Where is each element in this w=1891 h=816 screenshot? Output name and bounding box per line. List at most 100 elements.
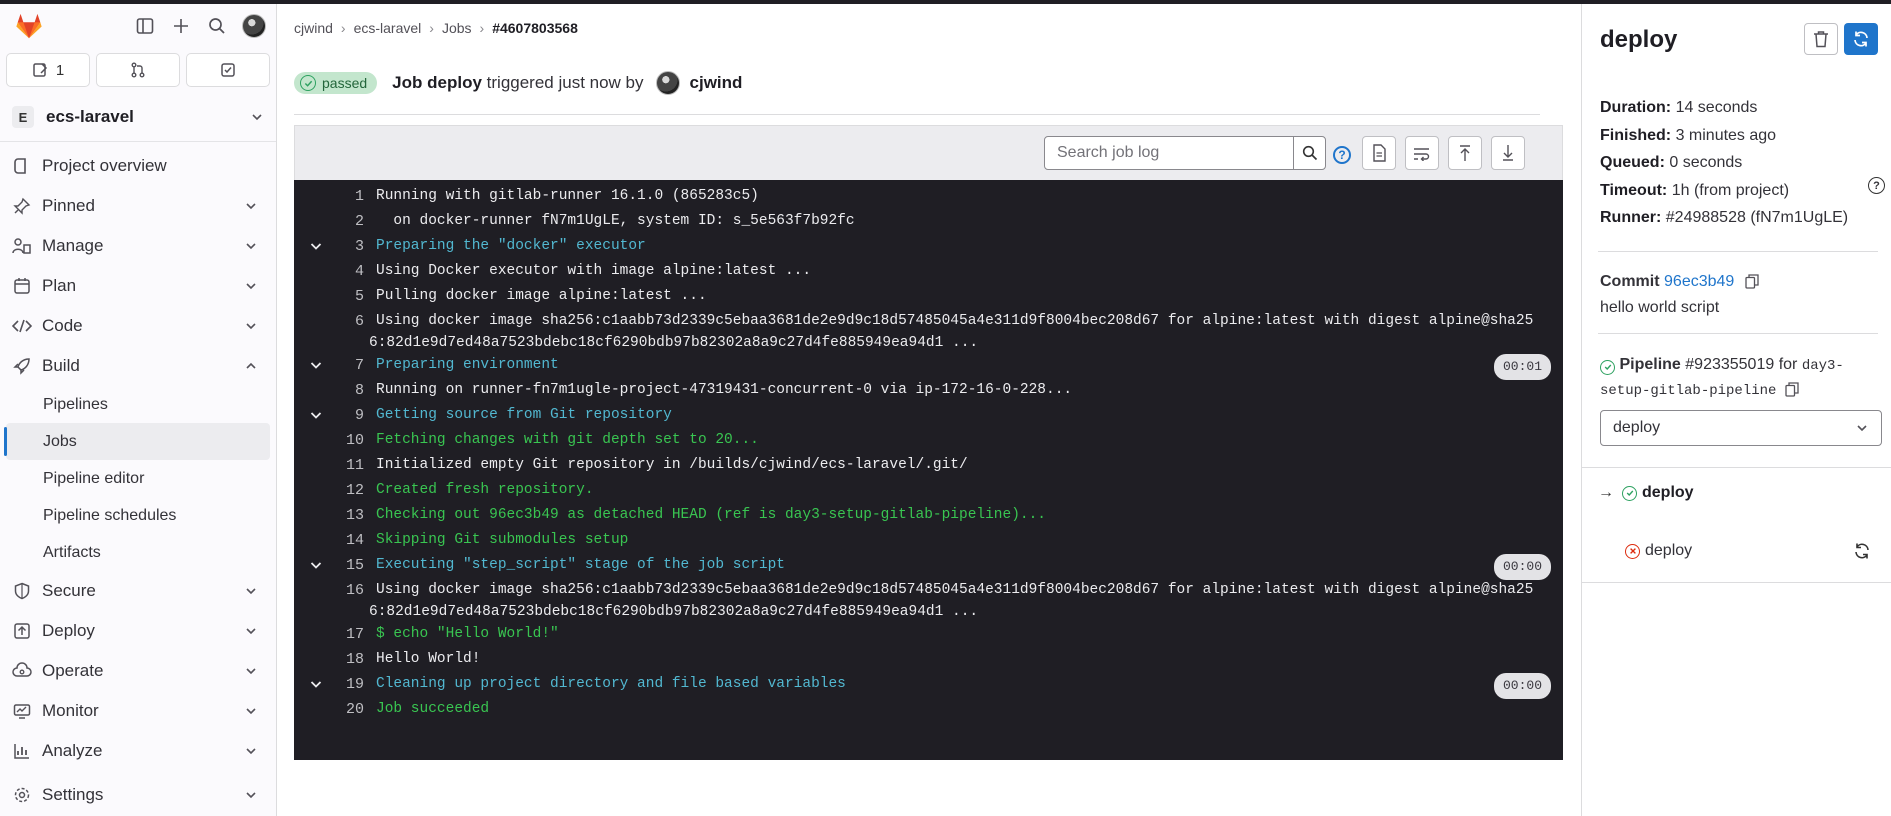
breadcrumb-item[interactable]: cjwind [294, 20, 333, 36]
search-input[interactable] [1045, 144, 1285, 162]
nav-label: Monitor [42, 701, 99, 720]
log-line-number[interactable]: 2 [338, 210, 364, 233]
sub-label: Pipeline editor [43, 469, 145, 487]
scroll-to-top-button[interactable] [1448, 136, 1482, 170]
chevron-down-icon [246, 668, 256, 675]
nav-operate[interactable]: Operate [0, 651, 276, 691]
log-section-header[interactable]: 9 Getting source from Git repository [294, 404, 1563, 429]
breadcrumb-item[interactable]: ecs-laravel [354, 20, 422, 36]
pipeline-id-link[interactable]: #923355019 [1685, 356, 1774, 373]
job-triggered: triggered just now by [486, 73, 644, 92]
log-line: 17 $ echo "Hello World!" [294, 623, 1563, 648]
nav-monitor[interactable]: Monitor [0, 691, 276, 731]
nav-pinned[interactable]: Pinned [0, 186, 276, 226]
sidebar-item-artifacts[interactable]: Artifacts [0, 534, 276, 571]
log-line-text: $ echo "Hello World!" [376, 626, 559, 642]
sidebar-item-pipeline-editor[interactable]: Pipeline editor [0, 460, 276, 497]
issues-counter-button[interactable]: 1 [6, 53, 90, 87]
log-line-number[interactable]: 18 [338, 648, 364, 671]
merge-requests-counter-button[interactable] [96, 53, 180, 87]
show-raw-button[interactable] [1362, 136, 1396, 170]
copy-icon[interactable] [1745, 274, 1759, 289]
todos-counter-button[interactable] [186, 53, 270, 87]
log-line-number[interactable]: 5 [338, 285, 364, 308]
breadcrumb-item[interactable]: Jobs [442, 20, 472, 36]
gitlab-logo-icon[interactable] [14, 11, 44, 41]
log-line-number[interactable]: 11 [338, 454, 364, 477]
log-section-header[interactable]: 15 Executing "step_script" stage of the j… [294, 554, 1563, 580]
erase-log-button[interactable] [1804, 23, 1838, 55]
log-line-number[interactable]: 19 [338, 673, 364, 696]
nav-build[interactable]: Build [0, 346, 276, 386]
log-line-number[interactable]: 3 [338, 235, 364, 258]
job-list-item-name: deploy [1642, 484, 1694, 501]
plus-icon[interactable] [170, 15, 192, 37]
search-button[interactable] [1293, 137, 1325, 169]
log-line-text: Using Docker executor with image alpine:… [376, 263, 812, 279]
scroll-to-bottom-button[interactable] [1491, 136, 1525, 170]
search-icon[interactable] [206, 15, 228, 37]
log-line-number[interactable]: 1 [338, 185, 364, 208]
commit-sha-link[interactable]: 96ec3b49 [1664, 273, 1734, 290]
sidebar-item-pipelines[interactable]: Pipelines [0, 386, 276, 423]
help-icon[interactable]: ? [1333, 146, 1351, 164]
nav-analyze[interactable]: Analyze [0, 731, 276, 771]
user-avatar[interactable] [242, 14, 266, 38]
log-section-header[interactable]: 19 Cleaning up project directory and file… [294, 673, 1563, 699]
deploy-icon [12, 621, 32, 641]
retry-icon[interactable] [1853, 542, 1871, 560]
line-wrap-button[interactable] [1405, 136, 1439, 170]
log-line-text: Pulling docker image alpine:latest ... [376, 288, 707, 304]
user-avatar[interactable] [655, 71, 680, 95]
nav-manage[interactable]: Manage [0, 226, 276, 266]
job-list-item[interactable]: deploy [1582, 529, 1891, 573]
nav-settings[interactable]: Settings [0, 775, 276, 815]
log-line-number[interactable]: 13 [338, 504, 364, 527]
stage-select[interactable]: deploy [1600, 410, 1882, 446]
log-line-number[interactable]: 8 [338, 379, 364, 402]
nav-plan[interactable]: Plan [0, 266, 276, 306]
log-gutter [294, 379, 338, 401]
log-line-number[interactable]: 10 [338, 429, 364, 452]
status-badge[interactable]: passed [294, 72, 378, 94]
chevron-down-icon[interactable] [294, 235, 338, 257]
nav-code[interactable]: Code [0, 306, 276, 346]
chevron-down-icon[interactable] [294, 404, 338, 426]
log-line-number[interactable]: 17 [338, 623, 364, 646]
project-switcher[interactable]: E ecs-laravel [6, 97, 270, 137]
copy-icon[interactable] [1785, 382, 1799, 397]
log-line-number[interactable]: 20 [338, 698, 364, 721]
chevron-down-icon [246, 243, 256, 250]
log-section-header[interactable]: 3 Preparing the "docker" executor [294, 235, 1563, 260]
timeout-label: Timeout: [1600, 181, 1668, 199]
document-icon [1373, 144, 1386, 162]
triggered-by-user[interactable]: cjwind [690, 73, 743, 93]
sidebar-item-jobs[interactable]: Jobs [4, 423, 270, 460]
log-line-number[interactable]: 12 [338, 479, 364, 502]
log-line-number[interactable]: 9 [338, 404, 364, 427]
job-list-item-current[interactable]: → deploy [1582, 471, 1891, 515]
nav-secure[interactable]: Secure [0, 571, 276, 611]
header-divider [294, 114, 1540, 115]
chevron-down-icon[interactable] [294, 554, 338, 576]
timeout-help-icon[interactable]: ? [1868, 177, 1885, 194]
log-line-number[interactable]: 15 [338, 554, 364, 577]
log-line-number[interactable]: 7 [338, 354, 364, 377]
nav-deploy[interactable]: Deploy [0, 611, 276, 651]
job-details: Duration: 14 seconds Finished: 3 minutes… [1600, 94, 1848, 232]
retry-job-button[interactable] [1844, 23, 1878, 55]
breadcrumb-current[interactable]: #4607803568 [492, 20, 578, 36]
pipeline-for: for [1778, 356, 1798, 373]
log-section-header[interactable]: 7 Preparing environment 00:01 [294, 354, 1563, 380]
chevron-down-icon[interactable] [294, 673, 338, 695]
log-gutter [294, 504, 338, 526]
runner-row: Runner: #24988528 (fN7m1UgLE) [1600, 204, 1848, 232]
sidebar-toggle-icon[interactable] [134, 15, 156, 37]
runner-value[interactable]: #24988528 (fN7m1UgLE) [1666, 209, 1848, 226]
sidebar-item-pipeline-schedules[interactable]: Pipeline schedules [0, 497, 276, 534]
chevron-down-icon[interactable] [294, 354, 338, 376]
nav-project-overview[interactable]: Project overview [0, 146, 276, 186]
log-line-number[interactable]: 4 [338, 260, 364, 283]
log-line-number[interactable]: 14 [338, 529, 364, 552]
project-name: ecs-laravel [46, 107, 134, 126]
